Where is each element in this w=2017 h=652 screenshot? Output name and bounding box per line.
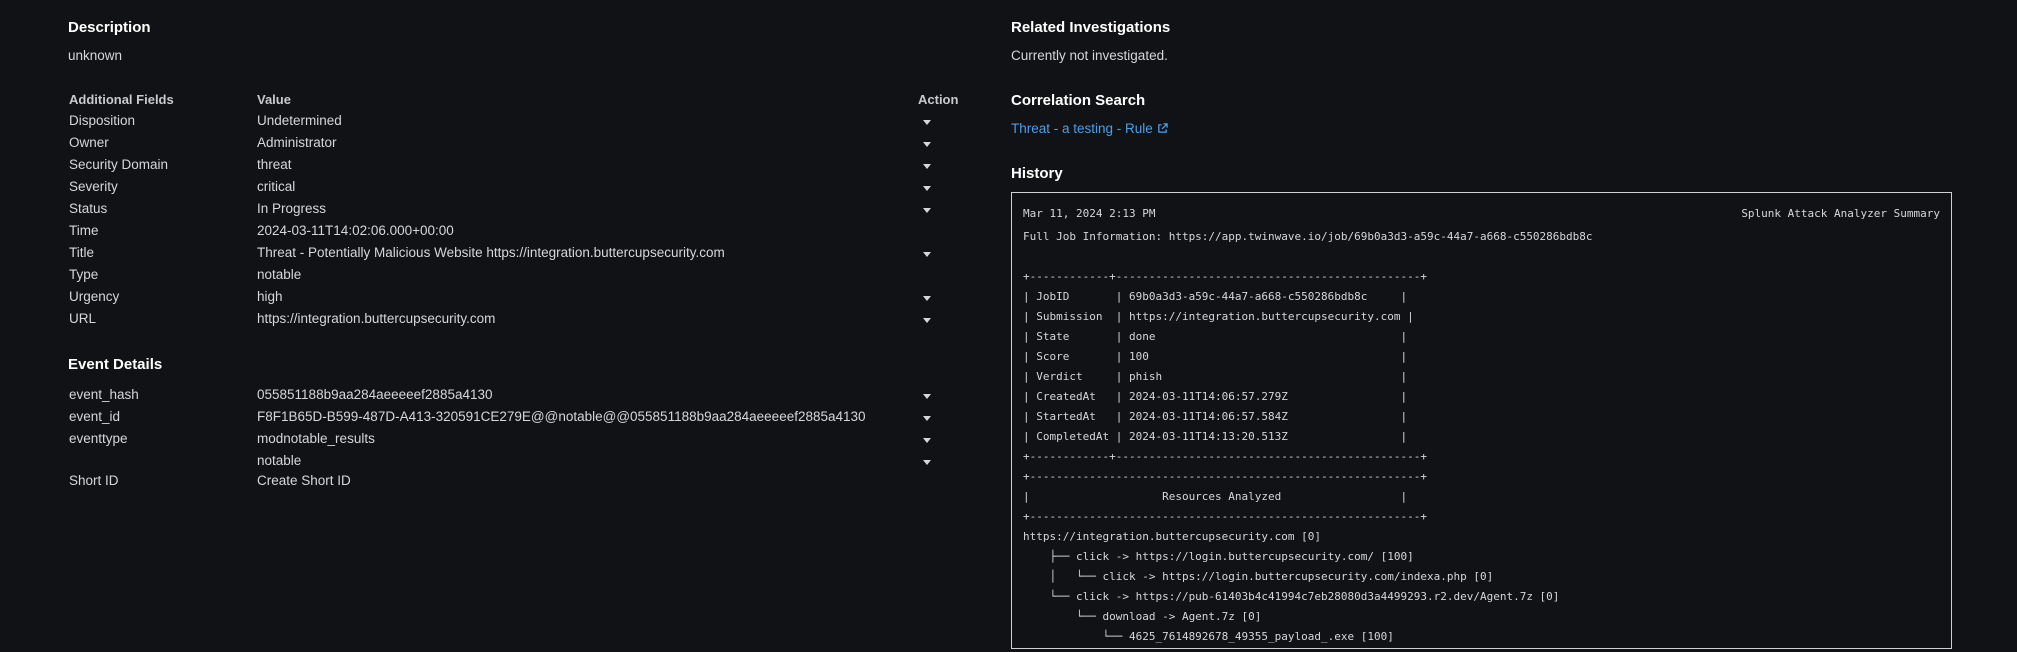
field-name: eventtype (69, 431, 128, 446)
field-row-type: Type notable (68, 267, 968, 289)
field-row-blank: notable (68, 453, 968, 475)
history-line: | JobID | 69b0a3d3-a59c-44a7-a668-c55028… (1023, 290, 1408, 303)
field-name: event_hash (69, 387, 139, 402)
field-row-url: URL https://integration.buttercupsecurity… (68, 311, 968, 333)
history-line: +------------+--------------------------… (1023, 270, 1427, 283)
action-dropdown-caret-icon[interactable] (922, 317, 932, 325)
history-heading: History (1011, 165, 1063, 182)
field-name: Security Domain (69, 157, 169, 172)
field-row-urgency: Urgency high (68, 289, 968, 311)
history-date: Mar 11, 2024 2:13 PM (1023, 207, 1156, 220)
description-value: unknown (68, 48, 123, 63)
field-row-time: Time 2024-03-11T14:02:06.000+00:00 (68, 223, 968, 245)
correlation-search-link[interactable]: Threat - a testing - Rule (1011, 121, 1153, 136)
action-dropdown-caret-icon[interactable] (922, 415, 932, 423)
history-line: | Verdict | phish | (1023, 370, 1408, 383)
field-value: notable (257, 267, 302, 282)
field-value: high (257, 289, 283, 304)
field-name: Type (69, 267, 99, 282)
history-summary-title: Splunk Attack Analyzer Summary (1741, 207, 1940, 220)
related-investigations-heading: Related Investigations (1011, 19, 1171, 36)
history-line: └── 4625_7614892678_49355_payload_.exe [… (1023, 630, 1394, 643)
field-row-event-hash: event_hash 055851188b9aa284aeeeeef2885a41… (68, 387, 968, 409)
history-entry: Mar 11, 2024 2:13 PM Splunk Attack Analy… (1011, 192, 1952, 649)
history-line: │ └── click -> https://login.buttercupse… (1023, 570, 1494, 583)
history-line: └── click -> https://pub-61403b4c41994c7… (1023, 590, 1560, 603)
additional-fields-header: Additional Fields (69, 92, 174, 107)
field-value: In Progress (257, 201, 327, 216)
field-row-status: Status In Progress (68, 201, 968, 223)
field-value: Undetermined (257, 113, 342, 128)
field-value: Administrator (257, 135, 337, 150)
field-value: notable (257, 453, 302, 468)
action-dropdown-caret-icon[interactable] (922, 295, 932, 303)
history-line: | State | done | (1023, 330, 1408, 343)
field-name: Title (69, 245, 95, 260)
field-name: Status (69, 201, 108, 216)
field-value: Threat - Potentially Malicious Website h… (257, 245, 725, 260)
field-value: F8F1B65D-B599-487D-A413-320591CE279E@@no… (257, 409, 866, 424)
field-name: Owner (69, 135, 109, 150)
history-line: https://integration.buttercupsecurity.co… (1023, 530, 1322, 543)
field-name: Disposition (69, 113, 136, 128)
field-row-severity: Severity critical (68, 179, 968, 201)
history-line: ├── click -> https://login.buttercupsecu… (1023, 550, 1414, 563)
action-dropdown-caret-icon[interactable] (922, 251, 932, 259)
short-id-label: Short ID (69, 473, 119, 488)
action-header: Action (918, 92, 959, 107)
field-name: URL (69, 311, 97, 326)
external-link-icon[interactable] (1157, 122, 1168, 137)
action-dropdown-caret-icon[interactable] (922, 437, 932, 445)
action-dropdown-caret-icon[interactable] (922, 119, 932, 127)
event-details-heading: Event Details (68, 356, 163, 373)
field-value: modnotable_results (257, 431, 375, 446)
short-id-row: Short ID Create Short ID (68, 473, 968, 495)
field-value: https://integration.buttercupsecurity.co… (257, 311, 496, 326)
history-line: | Resources Analyzed | (1023, 490, 1408, 503)
history-summary-body: Full Job Information: https://app.twinwa… (1023, 227, 1593, 647)
field-name: Time (69, 223, 99, 238)
field-name: Urgency (69, 289, 120, 304)
field-row-disposition: Disposition Undetermined (68, 113, 968, 135)
history-line: +---------------------------------------… (1023, 470, 1427, 483)
notable-event-details-panel: Description unknown Additional Fields Va… (0, 0, 2017, 652)
related-investigations-value: Currently not investigated. (1011, 48, 1168, 63)
history-line: | Submission | https://integration.butte… (1023, 310, 1414, 323)
history-line: Full Job Information: https://app.twinwa… (1023, 230, 1593, 243)
history-line: | Score | 100 | (1023, 350, 1408, 363)
field-value: 2024-03-11T14:02:06.000+00:00 (257, 223, 454, 238)
field-row-title: Title Threat - Potentially Malicious Webs… (68, 245, 968, 267)
action-dropdown-caret-icon[interactable] (922, 163, 932, 171)
value-header: Value (257, 92, 291, 107)
field-row-eventtype: eventtype modnotable_results (68, 431, 968, 453)
field-value: 055851188b9aa284aeeeeef2885a4130 (257, 387, 493, 402)
action-dropdown-caret-icon[interactable] (922, 393, 932, 401)
history-line: +---------------------------------------… (1023, 510, 1427, 523)
action-dropdown-caret-icon[interactable] (922, 207, 932, 215)
action-dropdown-caret-icon[interactable] (922, 185, 932, 193)
field-name: event_id (69, 409, 121, 424)
correlation-search-heading: Correlation Search (1011, 92, 1146, 109)
field-row-event-id: event_id F8F1B65D-B599-487D-A413-320591CE… (68, 409, 968, 431)
action-dropdown-caret-icon[interactable] (922, 141, 932, 149)
field-row-security-domain: Security Domain threat (68, 157, 968, 179)
history-line: └── download -> Agent.7z [0] (1023, 610, 1262, 623)
field-value: threat (257, 157, 292, 172)
field-name: Severity (69, 179, 118, 194)
history-line: +------------+--------------------------… (1023, 450, 1427, 463)
history-line: | StartedAt | 2024-03-11T14:06:57.584Z | (1023, 410, 1408, 423)
field-row-owner: Owner Administrator (68, 135, 968, 157)
field-value: critical (257, 179, 296, 194)
create-short-id-link[interactable]: Create Short ID (257, 473, 351, 488)
history-line: | CreatedAt | 2024-03-11T14:06:57.279Z | (1023, 390, 1408, 403)
correlation-search-row: Threat - a testing - Rule (1011, 121, 1168, 137)
description-heading: Description (68, 19, 151, 36)
history-line: | CompletedAt | 2024-03-11T14:13:20.513Z… (1023, 430, 1408, 443)
action-dropdown-caret-icon[interactable] (922, 459, 932, 467)
